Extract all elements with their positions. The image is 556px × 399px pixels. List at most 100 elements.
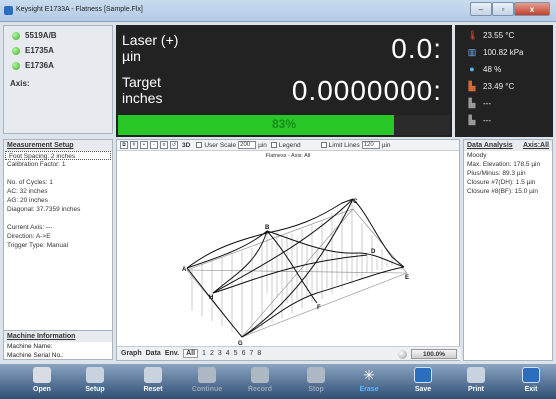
setup-line: Diagonal: 37.7359 inches <box>7 206 81 213</box>
maximize-button[interactable]: ▫ <box>492 2 514 16</box>
erase-button[interactable]: ✳ Erase <box>344 367 394 399</box>
plot-point-label: B <box>265 225 270 231</box>
plot-tabs: Graph Data Env. All 1 2 3 4 5 6 7 8 100.… <box>117 346 461 360</box>
plot-profile-line <box>186 198 354 269</box>
exit-label: Exit <box>524 386 538 393</box>
app-icon <box>4 6 13 15</box>
save-label: Save <box>414 386 432 393</box>
setup-line: Direction: A->E <box>7 233 51 240</box>
humidity-icon: ● <box>469 64 475 74</box>
zoom-fit-icon[interactable]: o <box>160 141 168 149</box>
axis-6-button[interactable]: 6 <box>242 350 246 357</box>
progress-text: 83% <box>271 117 297 131</box>
analysis-line: Moody <box>467 152 487 159</box>
grid-icon[interactable]: # <box>130 141 138 149</box>
axis-2-button[interactable]: 2 <box>210 350 214 357</box>
axis-3-button[interactable]: 3 <box>218 350 222 357</box>
user-scale-checkbox[interactable] <box>196 142 203 148</box>
plot-dropline-group <box>191 200 403 337</box>
user-scale-unit: µin <box>258 141 267 149</box>
air-temperature: 23.55 °C <box>483 30 515 40</box>
bottom-toolbar: Open Setup Reset Continue Record Stop ✳ E… <box>0 364 556 399</box>
continue-button[interactable]: Continue <box>182 367 232 399</box>
env-row: ▙ --- <box>467 115 491 125</box>
close-button[interactable]: x <box>514 2 550 16</box>
analysis-line: Plus/Minus: 89.3 µin <box>467 170 526 177</box>
axis-4-button[interactable]: 4 <box>226 350 230 357</box>
axis-8-button[interactable]: 8 <box>257 350 261 357</box>
flatness-3d-plot[interactable]: A B C D E F G H <box>117 153 461 348</box>
progress-bar: 83% <box>118 115 450 135</box>
device-item: 5519A/B <box>12 31 57 40</box>
limit-lines-checkbox[interactable] <box>320 142 327 148</box>
setup-line: Calibration Factor: 1 <box>7 161 66 168</box>
erase-label: Erase <box>359 386 379 393</box>
target-unit: inches <box>122 90 163 106</box>
setup-line: No. of Cycles: 1 <box>7 179 53 186</box>
thermometer-icon: 🌡 <box>467 30 479 40</box>
zoom-value: 100.0% <box>411 349 457 359</box>
continue-icon <box>198 367 216 383</box>
analysis-line: Closure #7(DH): 1.5 µin <box>467 179 536 186</box>
material-temperature: --- <box>483 98 491 108</box>
laser-value: 0.0: <box>391 33 442 64</box>
limit-lines-input[interactable]: 120 <box>361 141 380 149</box>
exit-icon <box>522 367 540 383</box>
zoom-knob-icon[interactable] <box>398 349 407 359</box>
setup-line: AG: 20 inches <box>7 197 48 204</box>
print-label: Print <box>468 386 484 393</box>
humidity: 48 % <box>483 64 502 74</box>
environment-panel: 🌡 23.55 °C ▥ 100.82 kPa ● 48 % ▙ 23.49 °C ▙ -… <box>455 25 553 137</box>
setup-line: Trigger Type: Manual <box>7 242 69 249</box>
setup-line <box>4 169 112 178</box>
zoom-out-icon[interactable]: - <box>150 141 158 149</box>
reset-icon <box>144 367 162 383</box>
env-row: ▙ --- <box>467 98 491 108</box>
device-label: 5519A/B <box>25 31 57 40</box>
target-label: Target <box>122 74 161 90</box>
material-temperature: --- <box>483 115 491 125</box>
save-button[interactable]: Save <box>398 367 448 399</box>
tab-env[interactable]: Env. <box>165 350 179 357</box>
view-3d-button[interactable]: 3D <box>182 142 190 149</box>
device-panel: 5519A/B E1735A E1736A Axis: <box>3 25 113 134</box>
zoom-in-icon[interactable]: + <box>140 141 148 149</box>
stop-button[interactable]: Stop <box>291 367 341 399</box>
copy-icon[interactable]: ⧉ <box>120 141 128 149</box>
air-pressure: 100.82 kPa <box>483 47 524 57</box>
env-row: 🌡 23.55 °C <box>467 30 514 40</box>
print-button[interactable]: Print <box>451 367 501 399</box>
record-button[interactable]: Record <box>235 367 285 399</box>
plot-point-label: A <box>182 267 187 273</box>
measurement-display: Laser (+) µin 0.0: Target inches 0.00000… <box>116 25 452 137</box>
user-scale-input[interactable]: 200 <box>238 141 257 149</box>
zoom-indicator: 100.0% <box>398 349 457 359</box>
measurement-setup-panel: Measurement Setup Foot Spacing: 2 inches… <box>3 139 113 359</box>
open-button[interactable]: Open <box>17 367 67 399</box>
folder-icon <box>33 367 51 383</box>
axis-7-button[interactable]: 7 <box>249 350 253 357</box>
axis-1-button[interactable]: 1 <box>202 350 206 357</box>
target-value: 0.0000000: <box>291 75 442 106</box>
setup-icon <box>86 367 104 383</box>
setup-line[interactable]: Foot Spacing: 2 inches <box>5 151 111 160</box>
device-item: E1735A <box>12 46 54 55</box>
pressure-icon: ▥ <box>467 47 477 57</box>
data-analysis-header: Data Analysis Axis:All <box>464 140 552 151</box>
window-title: Keysight E1733A - Flatness [Sample.Flx] <box>16 6 143 13</box>
plot-point-label: F <box>317 305 321 311</box>
plot-panel: ⧉ # + - o ↺ 3D User Scale 200 µin Legend… <box>116 139 461 361</box>
axis-5-button[interactable]: 5 <box>234 350 238 357</box>
plot-toolbar: ⧉ # + - o ↺ 3D User Scale 200 µin Legend… <box>117 140 459 151</box>
reset-button[interactable]: Reset <box>128 367 178 399</box>
legend-checkbox[interactable] <box>270 142 277 148</box>
exit-button[interactable]: Exit <box>506 367 556 399</box>
tab-graph[interactable]: Graph <box>121 350 142 357</box>
axis-all-button[interactable]: All <box>183 349 199 358</box>
zoom-reset-icon[interactable]: ↺ <box>170 141 178 149</box>
minimize-button[interactable]: – <box>470 2 492 16</box>
tab-data[interactable]: Data <box>146 350 161 357</box>
continue-label: Continue <box>191 386 223 393</box>
material-temp-icon: ▙ <box>468 115 476 125</box>
setup-button[interactable]: Setup <box>70 367 120 399</box>
